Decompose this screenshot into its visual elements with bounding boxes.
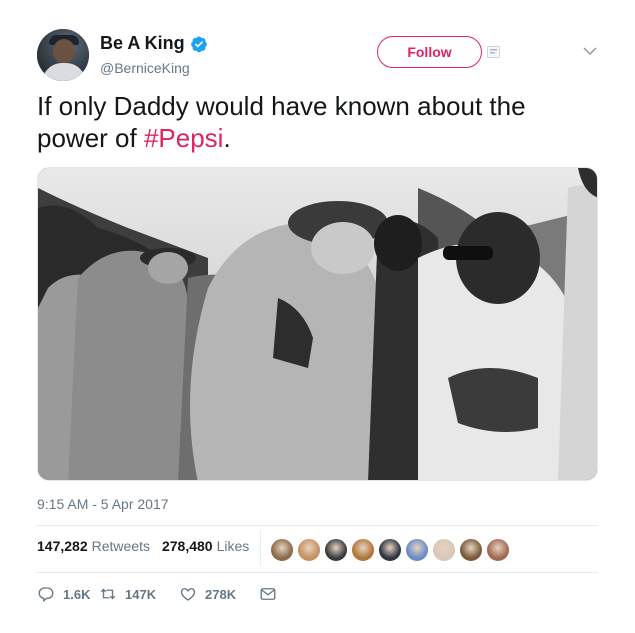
follow-button[interactable]: Follow	[377, 36, 482, 68]
hashtag-link[interactable]: #Pepsi	[144, 123, 224, 153]
divider	[37, 572, 598, 573]
likes-label: Likes	[216, 538, 250, 554]
retweet-icon	[100, 588, 116, 600]
author-name-row[interactable]: Be A King	[100, 33, 208, 54]
photo-illustration	[38, 168, 597, 480]
like-count: 278K	[205, 586, 237, 602]
add-user-icon[interactable]	[487, 46, 500, 58]
tweet-text-end: .	[223, 123, 231, 153]
retweets-count: 147,282	[37, 538, 88, 554]
divider	[37, 525, 598, 526]
likes-count: 278,480	[161, 538, 213, 554]
like-button[interactable]: 278K	[179, 585, 259, 603]
liker-avatar[interactable]	[324, 538, 348, 562]
retweets-label: Retweets	[91, 538, 150, 554]
tweet-photo[interactable]	[37, 167, 598, 481]
retweets-stat[interactable]: 147,282 Retweets	[37, 538, 150, 554]
heart-icon	[180, 588, 196, 601]
liker-avatar[interactable]	[432, 538, 456, 562]
envelope-icon	[260, 588, 276, 600]
stats-separator	[260, 530, 261, 566]
engagement-stats: 147,282 Retweets 278,480 Likes	[37, 538, 261, 554]
retweet-button[interactable]: 147K	[99, 585, 179, 603]
display-name[interactable]: Be A King	[100, 33, 185, 54]
likes-stat[interactable]: 278,480 Likes	[162, 538, 249, 554]
retweet-count: 147K	[125, 586, 157, 602]
liker-avatar[interactable]	[405, 538, 429, 562]
user-handle[interactable]: @BerniceKing	[100, 60, 190, 76]
liker-avatar[interactable]	[270, 538, 294, 562]
tweet-text: If only Daddy would have known about the…	[37, 90, 597, 154]
reply-icon	[38, 587, 54, 603]
chevron-down-icon[interactable]	[583, 46, 597, 56]
reply-count: 1.6K	[63, 586, 91, 602]
tweet-timestamp[interactable]: 9:15 AM - 5 Apr 2017	[37, 496, 169, 512]
liker-avatar[interactable]	[486, 538, 510, 562]
tweet-card: Be A King @BerniceKing Follow If only Da…	[0, 0, 635, 633]
reply-button[interactable]: 1.6K	[37, 585, 99, 603]
liker-avatar[interactable]	[459, 538, 483, 562]
liker-avatar[interactable]	[351, 538, 375, 562]
tweet-actions: 1.6K 147K 278K	[37, 585, 277, 603]
tweet-text-body: If only Daddy would have known about the…	[37, 91, 526, 153]
verified-badge-icon	[190, 36, 207, 52]
avatar[interactable]	[37, 29, 89, 81]
direct-message-button[interactable]	[259, 585, 277, 603]
likers-avatars	[270, 538, 513, 562]
liker-avatar[interactable]	[378, 538, 402, 562]
liker-avatar[interactable]	[297, 538, 321, 562]
